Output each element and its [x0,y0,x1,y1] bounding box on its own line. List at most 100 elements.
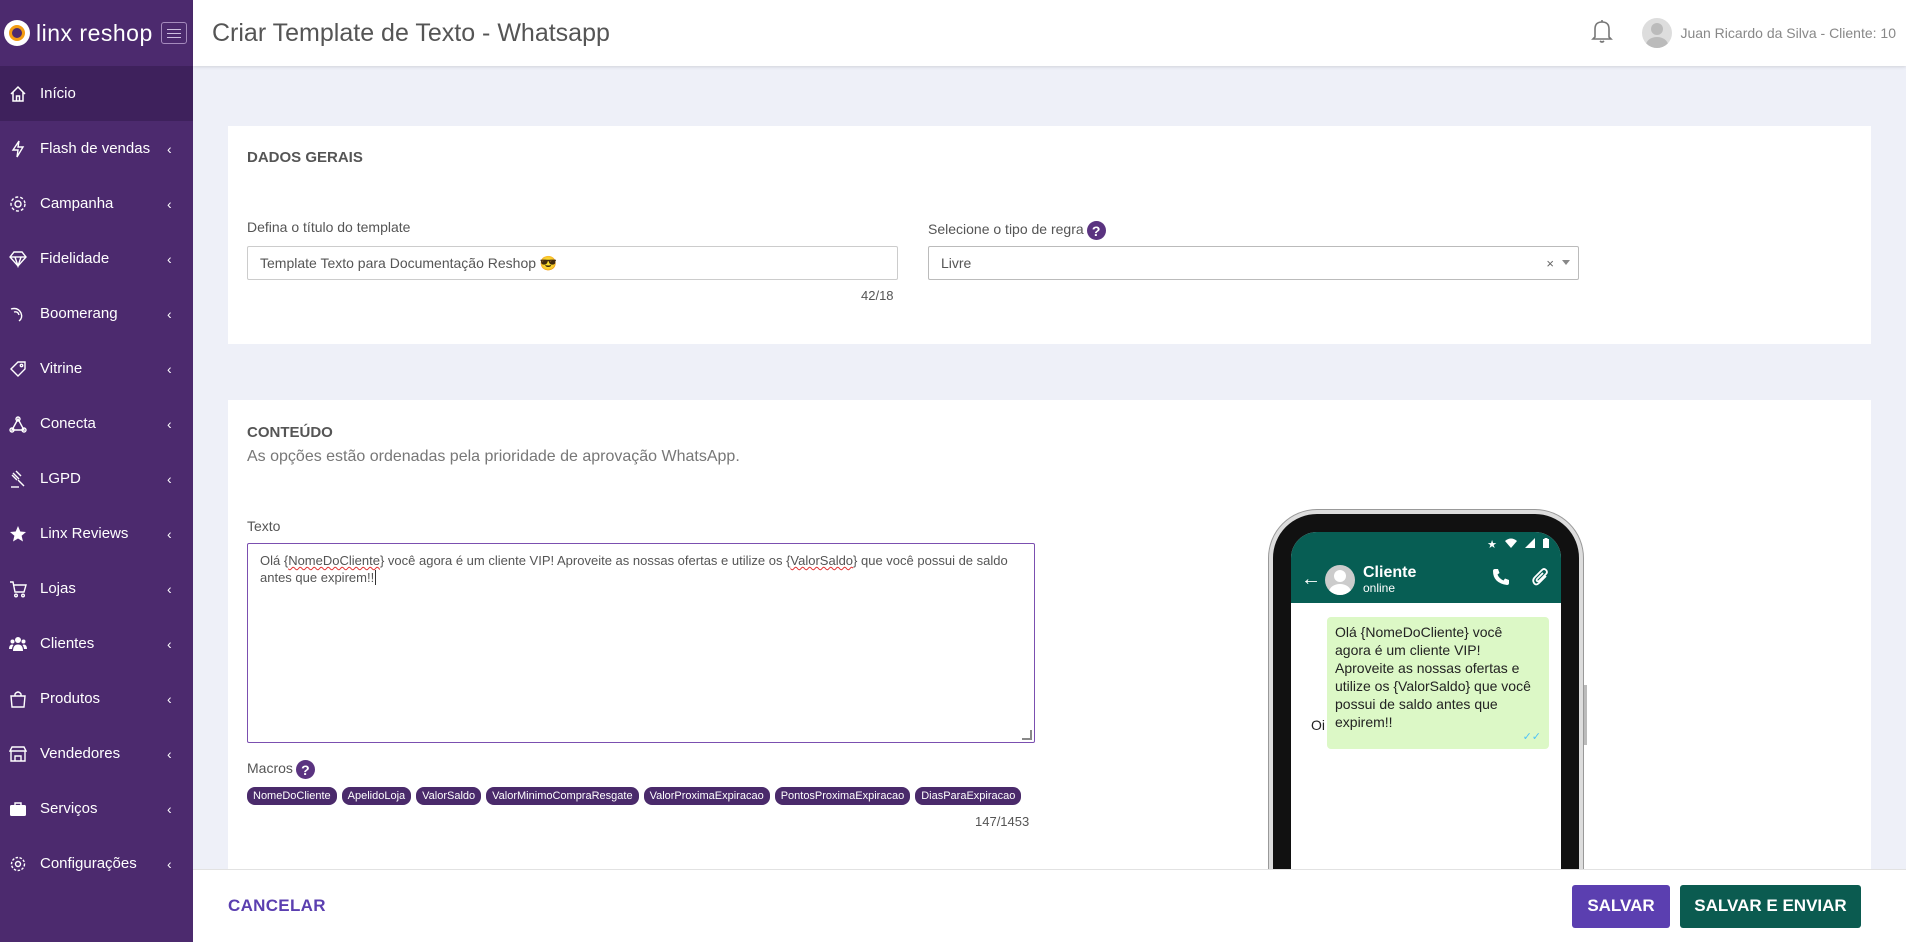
macro-chip[interactable]: ApelidoLoja [341,787,412,805]
save-button[interactable]: SALVAR [1572,884,1670,928]
gavel-icon [8,469,28,489]
contact-info: Cliente online [1363,564,1416,595]
sidebar-item-label: Campanha [40,195,114,212]
settings-icon [8,854,28,874]
macro-chip[interactable]: NomeDoCliente [247,787,337,805]
chevron-down-icon[interactable] [1562,260,1570,265]
paperclip-icon[interactable] [1531,566,1551,593]
sidebar-item-label: Início [40,85,76,102]
sidebar-item-label: Boomerang [40,305,118,322]
macros-list: NomeDoCliente ApelidoLoja ValorSaldo Val… [247,787,1022,805]
sidebar-item-lojas[interactable]: Lojas ‹ [0,561,193,616]
brand-name-light: linx [36,19,73,46]
phone-preview: ★ ← Cliente online Olá {NomeDoCliente} v… [1269,510,1583,890]
signal-icon [1525,537,1535,551]
chevron-left-icon: ‹ [167,745,172,762]
sidebar-item-label: Flash de vendas [40,140,151,157]
rule-type-value: Livre [941,255,972,271]
users-icon [8,634,28,654]
clear-icon[interactable]: × [1546,256,1554,271]
phone-call-icon[interactable] [1491,567,1511,592]
chevron-left-icon: ‹ [167,855,172,872]
sidebar-item-label: Configurações [40,855,137,872]
text-segment: Olá { [260,553,289,568]
chevron-left-icon: ‹ [167,635,172,652]
macros-label-text: Macros [247,760,293,777]
sidebar-item-configuracoes[interactable]: Configurações ‹ [0,836,193,891]
template-title-input[interactable]: Template Texto para Documentação Reshop … [247,246,898,280]
sidebar-item-inicio[interactable]: Início [0,66,193,121]
phone-side-button [1584,685,1587,745]
macro-chip[interactable]: ValorMinimoCompraResgate [486,787,639,805]
gear-icon [8,194,28,214]
sidebar-item-label: LGPD [40,470,81,487]
macro-chip[interactable]: ValorSaldo [416,787,482,805]
sidebar-item-servicos[interactable]: Serviços ‹ [0,781,193,836]
save-and-send-button[interactable]: SALVAR E ENVIAR [1680,884,1861,928]
chevron-left-icon: ‹ [167,580,172,597]
text-counter: 147/1453 [975,814,1030,829]
sidebar-item-boomerang[interactable]: Boomerang ‹ [0,286,193,341]
template-title-counter: 42/18 [861,288,894,303]
sidebar-item-clientes[interactable]: Clientes ‹ [0,616,193,671]
user-name[interactable]: Juan Ricardo da Silva - Cliente: 10 [1680,25,1896,41]
brand-name-bold: reshop [79,19,153,46]
chevron-left-icon: ‹ [167,195,172,212]
help-icon[interactable]: ? [1086,221,1106,240]
message-textarea[interactable]: Olá {NomeDoCliente} você agora é um clie… [247,543,1035,743]
chevron-left-icon: ‹ [167,415,172,432]
macro-chip[interactable]: DiasParaExpiracao [915,787,1022,805]
sidebar-item-flash-de-vendas[interactable]: Flash de vendas ‹ [0,121,193,176]
brand-name: linx reshop [36,20,153,47]
sidebar-item-produtos[interactable]: Produtos ‹ [0,671,193,726]
menu-toggle-icon[interactable] [160,22,187,44]
rule-type-label: Selecione o tipo de regra? [928,221,1106,240]
header-actions [1491,566,1551,593]
cart-icon [8,579,28,599]
chevron-left-icon: ‹ [167,140,172,157]
sidebar-item-vitrine[interactable]: Vitrine ‹ [0,341,193,396]
section-title-content: CONTEÚDO [247,424,333,441]
boomerang-icon [8,304,28,324]
macro-chip[interactable]: PontosProximaExpiracao [774,787,911,805]
template-title-label: Defina o título do template [247,219,411,235]
message-text: Olá {NomeDoCliente} você agora é um clie… [1335,624,1531,730]
sidebar-item-lgpd[interactable]: LGPD ‹ [0,451,193,506]
chevron-left-icon: ‹ [167,360,172,377]
sidebar-item-label: Clientes [40,635,95,652]
sidebar-item-label: Linx Reviews [40,525,129,542]
help-icon[interactable]: ? [295,760,315,779]
rule-type-select[interactable]: Livre × [928,246,1579,280]
sidebar-item-label: Serviços [40,800,98,817]
sidebar-item-linx-reviews[interactable]: Linx Reviews ‹ [0,506,193,561]
connect-icon [8,414,28,434]
phone-status-bar: ★ [1291,532,1561,556]
sidebar-item-fidelidade[interactable]: Fidelidade ‹ [0,231,193,286]
sidebar-item-conecta[interactable]: Conecta ‹ [0,396,193,451]
diamond-icon [8,249,28,269]
text-segment: } você agora é um cliente VIP! Aproveite… [379,553,791,568]
chevron-left-icon: ‹ [167,470,172,487]
bag-icon [8,689,28,709]
cancel-button[interactable]: CANCELAR [228,896,326,916]
rule-type-label-text: Selecione o tipo de regra [928,221,1084,238]
action-footer: CANCELAR SALVAR SALVAR E ENVIAR [193,869,1906,942]
sidebar-nav: Início Flash de vendas ‹ Campanha ‹ Fide… [0,66,193,891]
sidebar-item-vendedores[interactable]: Vendedores ‹ [0,726,193,781]
reply-message: Oi [1311,717,1325,733]
bell-icon[interactable] [1590,18,1614,49]
resize-handle-icon[interactable] [1022,730,1032,740]
content-card: CONTEÚDO As opções estão ordenadas pela … [228,400,1871,890]
avatar[interactable] [1642,18,1673,48]
arrow-left-icon[interactable]: ← [1301,568,1321,591]
chevron-left-icon: ‹ [167,800,172,817]
page-title: Criar Template de Texto - Whatsapp [212,18,610,47]
star-icon: ★ [1487,538,1497,551]
contact-name: Cliente [1363,564,1417,581]
topbar: Criar Template de Texto - Whatsapp Juan … [193,0,1906,66]
sidebar-item-label: Vendedores [40,745,121,762]
text-macro-segment: NomeDoCliente [288,553,380,568]
sidebar-item-campanha[interactable]: Campanha ‹ [0,176,193,231]
sidebar-item-label: Produtos [40,690,101,707]
macro-chip[interactable]: ValorProximaExpiracao [643,787,770,805]
